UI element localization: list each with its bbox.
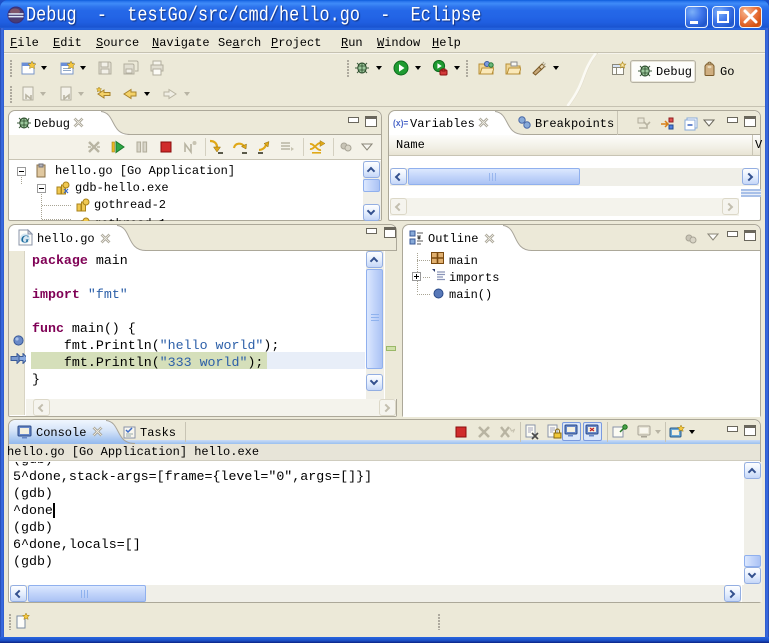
svg-text:G: G	[21, 234, 29, 246]
